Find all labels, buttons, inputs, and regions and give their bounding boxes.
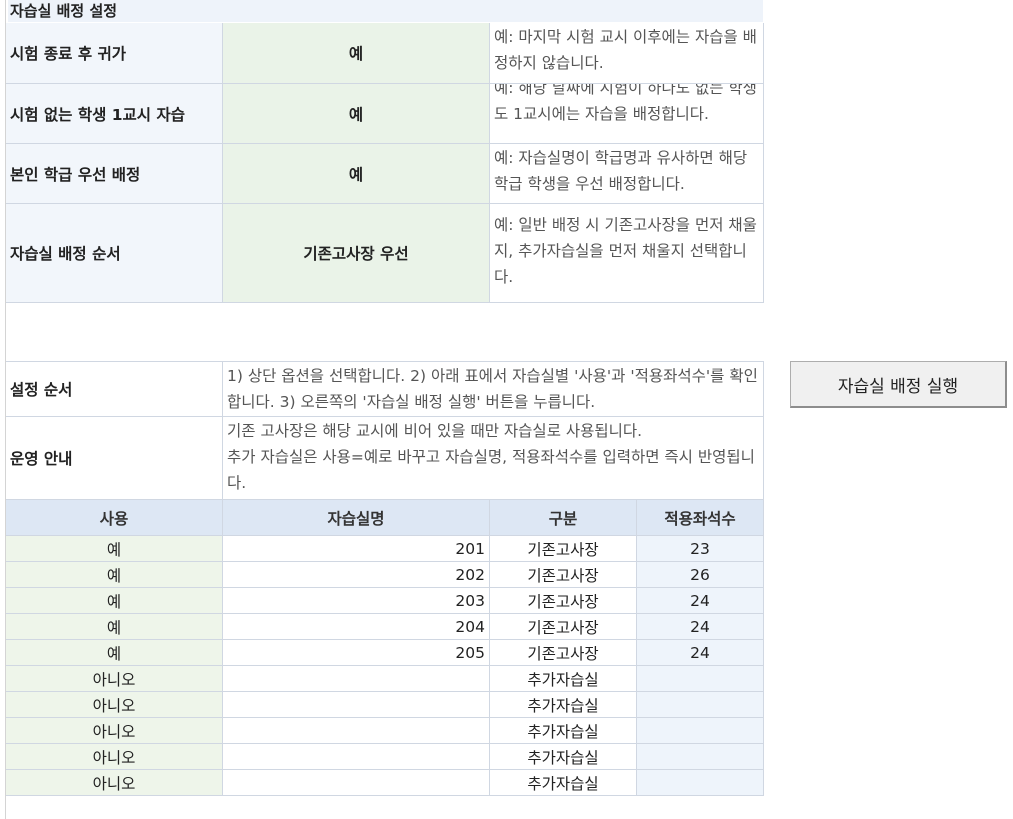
cell-room-name[interactable] [223, 770, 490, 796]
cell-room-name[interactable]: 202 [223, 562, 490, 588]
cell-seats[interactable]: 26 [637, 562, 764, 588]
setting-value-no-exam-first-period[interactable]: 예 [223, 84, 490, 144]
cell-type[interactable]: 추가자습실 [490, 692, 637, 718]
cell-use[interactable]: 예 [6, 614, 223, 640]
cell-type[interactable]: 기존고사장 [490, 536, 637, 562]
cell-seats[interactable] [637, 770, 764, 796]
cell-seats[interactable]: 23 [637, 536, 764, 562]
cell-type[interactable]: 기존고사장 [490, 614, 637, 640]
cell-type[interactable]: 추가자습실 [490, 744, 637, 770]
cell-seats[interactable]: 24 [637, 614, 764, 640]
steps-text: 1) 상단 옵션을 선택합니다. 2) 아래 표에서 자습실별 '사용'과 '적… [223, 361, 764, 417]
guide-line-2: 추가 자습실은 사용=예로 바꾸고 자습실명, 적용좌석수를 입력하면 즉시 반… [227, 448, 755, 492]
cell-room-name[interactable]: 203 [223, 588, 490, 614]
setting-note-text: 예: 해당 날짜에 시험이 하나도 없는 학생도 1교시에는 자습을 배정합니다… [494, 84, 757, 123]
cell-seats[interactable] [637, 718, 764, 744]
setting-note-own-class-priority: 예: 자습실명이 학급명과 유사하면 해당 학급 학생을 우선 배정합니다. [490, 144, 764, 204]
cell-use[interactable]: 아니오 [6, 692, 223, 718]
cell-use[interactable]: 아니오 [6, 770, 223, 796]
cell-use[interactable]: 예 [6, 562, 223, 588]
guide-text: 기존 고사장은 해당 교시에 비어 있을 때만 자습실로 사용됩니다. 추가 자… [223, 417, 764, 500]
cell-use[interactable]: 아니오 [6, 744, 223, 770]
cell-use[interactable]: 예 [6, 588, 223, 614]
cell-use[interactable]: 아니오 [6, 666, 223, 692]
setting-label-no-exam-first-period: 시험 없는 학생 1교시 자습 [6, 84, 223, 144]
cell-seats[interactable] [637, 744, 764, 770]
page-title: 자습실 배정 설정 [8, 0, 763, 22]
cell-room-name[interactable] [223, 718, 490, 744]
guide-line-1: 기존 고사장은 해당 교시에 비어 있을 때만 자습실로 사용됩니다. [227, 422, 643, 440]
cell-room-name[interactable]: 205 [223, 640, 490, 666]
setting-note-assign-order: 예: 일반 배정 시 기존고사장을 먼저 채울지, 추가자습실을 먼저 채울지 … [490, 204, 764, 303]
header-room-name: 자습실명 [223, 500, 490, 536]
setting-label-exam-end-home: 시험 종료 후 귀가 [6, 23, 223, 84]
setting-value-exam-end-home[interactable]: 예 [223, 23, 490, 84]
run-assignment-button[interactable]: 자습실 배정 실행 [790, 361, 1007, 408]
header-use: 사용 [6, 500, 223, 536]
cell-room-name[interactable] [223, 692, 490, 718]
cell-room-name[interactable] [223, 744, 490, 770]
setting-note-no-exam-first-period: 예: 해당 날짜에 시험이 하나도 없는 학생도 1교시에는 자습을 배정합니다… [490, 84, 764, 144]
cell-use[interactable]: 예 [6, 640, 223, 666]
guide-label: 운영 안내 [6, 417, 223, 500]
cell-room-name[interactable] [223, 666, 490, 692]
cell-use[interactable]: 아니오 [6, 718, 223, 744]
cell-type[interactable]: 기존고사장 [490, 640, 637, 666]
cell-type[interactable]: 기존고사장 [490, 588, 637, 614]
setting-value-own-class-priority[interactable]: 예 [223, 144, 490, 204]
cell-type[interactable]: 추가자습실 [490, 770, 637, 796]
setting-note-exam-end-home: 예: 마지막 시험 교시 이후에는 자습을 배정하지 않습니다. [490, 23, 764, 84]
cell-seats[interactable] [637, 692, 764, 718]
cell-type[interactable]: 기존고사장 [490, 562, 637, 588]
steps-label: 설정 순서 [6, 361, 223, 417]
setting-value-assign-order[interactable]: 기존고사장 우선 [223, 204, 490, 303]
cell-seats[interactable] [637, 666, 764, 692]
cell-seats[interactable]: 24 [637, 640, 764, 666]
cell-type[interactable]: 추가자습실 [490, 718, 637, 744]
setting-label-assign-order: 자습실 배정 순서 [6, 204, 223, 303]
header-seats: 적용좌석수 [637, 500, 764, 536]
cell-seats[interactable]: 24 [637, 588, 764, 614]
cell-room-name[interactable]: 201 [223, 536, 490, 562]
header-type: 구분 [490, 500, 637, 536]
cell-use[interactable]: 예 [6, 536, 223, 562]
cell-type[interactable]: 추가자습실 [490, 666, 637, 692]
cell-room-name[interactable]: 204 [223, 614, 490, 640]
setting-label-own-class-priority: 본인 학급 우선 배정 [6, 144, 223, 204]
